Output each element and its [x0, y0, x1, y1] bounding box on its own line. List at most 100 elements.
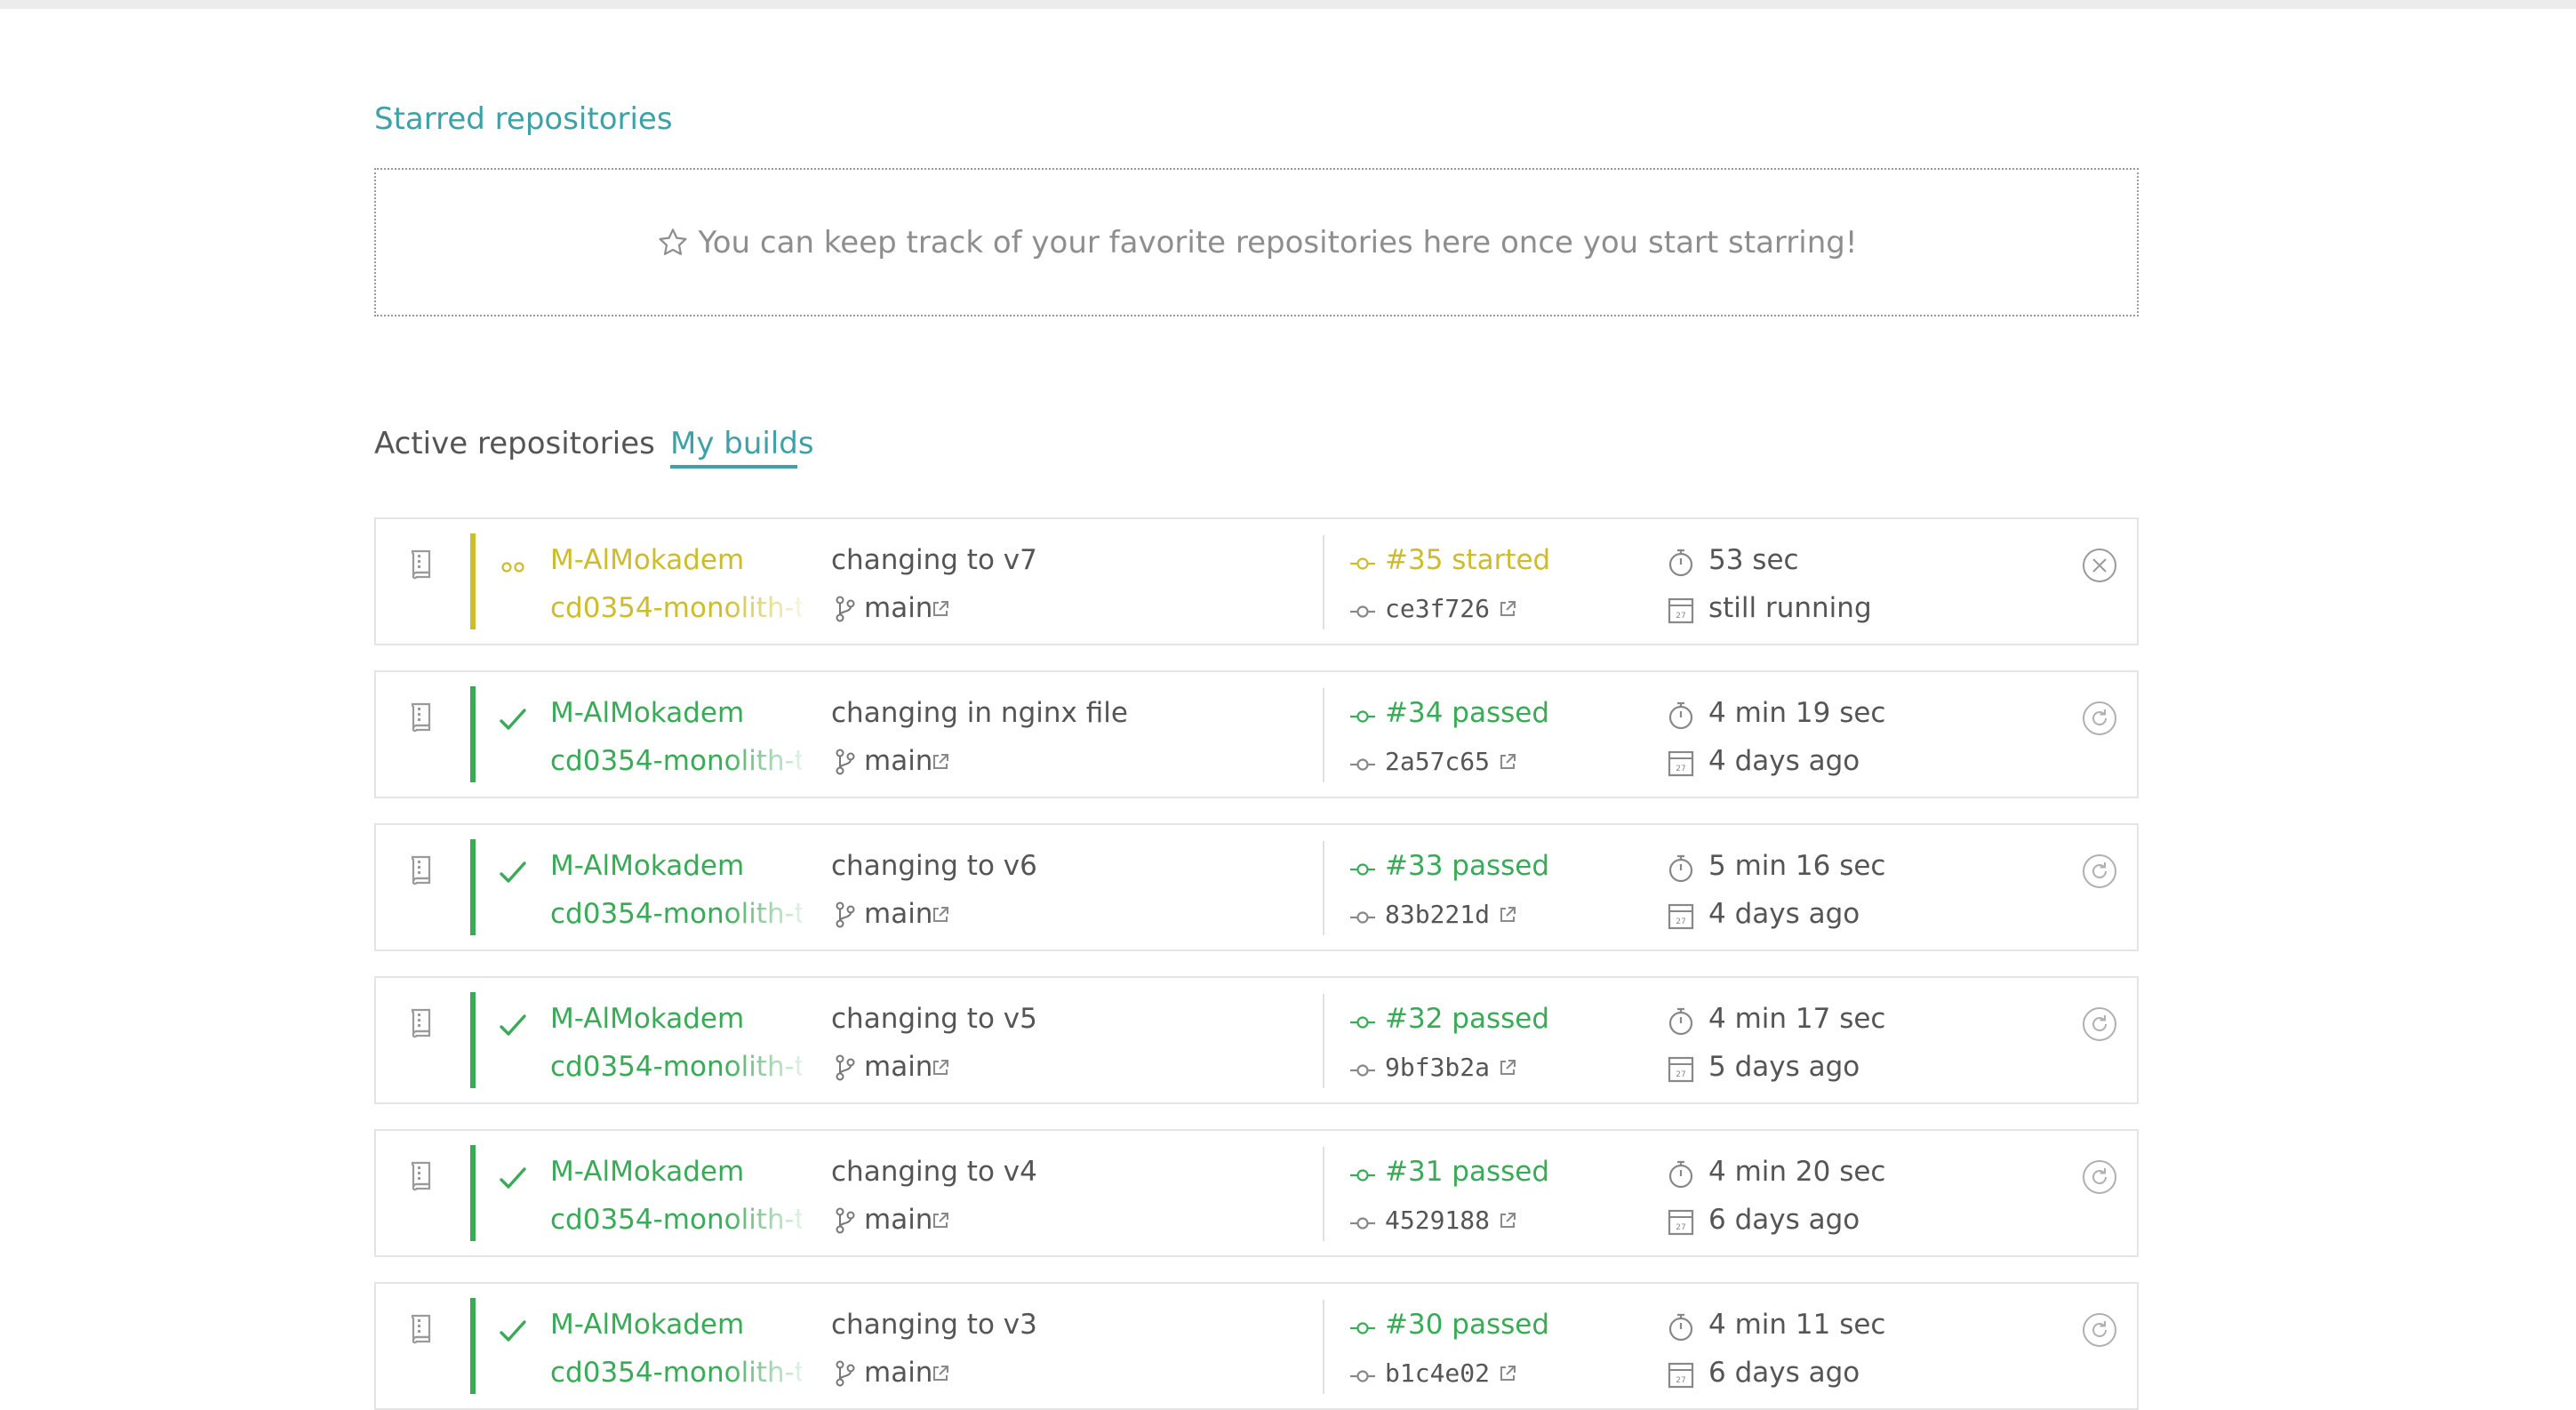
commit-sha-link[interactable]: 9bf3b2a — [1385, 1050, 1490, 1086]
external-link-icon[interactable] — [931, 1364, 950, 1383]
build-number-link[interactable]: #33 passed — [1385, 848, 1549, 884]
passed-check-icon — [499, 1013, 527, 1038]
column-divider — [1323, 535, 1324, 629]
branch-icon — [834, 749, 857, 775]
repo-name-link[interactable]: cd0354-monolith-to-microservices-project — [550, 1202, 802, 1238]
repo-name-link[interactable]: cd0354-monolith-to-microservices-project — [550, 896, 802, 932]
repo-icon — [410, 1161, 435, 1191]
repo-owner-link[interactable]: M-AlMokadem — [550, 1307, 744, 1342]
cancel-build-button[interactable] — [2081, 547, 2118, 584]
starred-empty-message: You can keep track of your favorite repo… — [698, 224, 1858, 260]
external-link-icon[interactable] — [931, 752, 950, 772]
status-bar — [470, 1298, 476, 1394]
starred-repositories-title: Starred repositories — [374, 101, 673, 137]
svg-text:27: 27 — [1676, 1070, 1685, 1079]
started-dots-icon — [499, 555, 527, 580]
commit-message: changing to v7 — [831, 544, 1037, 576]
build-row[interactable]: M-AlMokadem cd0354-monolith-to-microservi… — [374, 670, 2139, 798]
branch-icon — [834, 901, 857, 928]
build-commit-icon — [1349, 1014, 1376, 1030]
restart-build-button[interactable] — [2081, 853, 2118, 890]
external-link-icon[interactable] — [1498, 752, 1517, 772]
build-row[interactable]: M-AlMokadem cd0354-monolith-to-microservi… — [374, 1129, 2139, 1257]
build-row[interactable]: M-AlMokadem cd0354-monolith-to-microservi… — [374, 823, 2139, 951]
commit-message: changing in nginx file — [831, 697, 1128, 729]
build-number-link[interactable]: #35 started — [1385, 542, 1550, 578]
external-link-icon[interactable] — [1498, 1364, 1517, 1383]
external-link-icon[interactable] — [931, 1058, 950, 1078]
repo-owner-link[interactable]: M-AlMokadem — [550, 542, 744, 578]
branch-icon — [834, 596, 857, 622]
commit-message: changing to v6 — [831, 850, 1037, 882]
branch-name: main — [864, 1051, 933, 1083]
status-bar — [470, 533, 476, 629]
status-bar — [470, 992, 476, 1088]
restart-build-button[interactable] — [2081, 700, 2118, 737]
commit-icon — [1349, 1062, 1376, 1078]
build-finished-time: still running — [1708, 592, 1872, 624]
build-number-link[interactable]: #32 passed — [1385, 1001, 1549, 1037]
commit-sha-link[interactable]: b1c4e02 — [1385, 1356, 1490, 1391]
build-duration: 4 min 11 sec — [1708, 1309, 1886, 1341]
build-row[interactable]: M-AlMokadem cd0354-monolith-to-microservi… — [374, 1282, 2139, 1410]
repo-owner-link[interactable]: M-AlMokadem — [550, 1154, 744, 1190]
commit-sha-link[interactable]: 83b221d — [1385, 897, 1490, 933]
commit-sha-link[interactable]: ce3f726 — [1385, 591, 1490, 627]
external-link-icon[interactable] — [931, 599, 950, 619]
column-divider — [1323, 688, 1324, 782]
status-bar — [470, 686, 476, 782]
commit-icon — [1349, 1368, 1376, 1384]
branch-name: main — [864, 1357, 933, 1389]
external-link-icon[interactable] — [1498, 1211, 1517, 1230]
repo-owner-link[interactable]: M-AlMokadem — [550, 695, 744, 731]
external-link-icon[interactable] — [931, 1211, 950, 1230]
svg-text:27: 27 — [1676, 1376, 1685, 1385]
branch-name: main — [864, 1204, 933, 1236]
repo-name-link[interactable]: cd0354-monolith-to-microservices-project — [550, 1049, 802, 1085]
restart-build-button[interactable] — [2081, 1005, 2118, 1043]
external-link-icon[interactable] — [1498, 599, 1517, 619]
commit-message: changing to v5 — [831, 1003, 1037, 1035]
commit-icon — [1349, 1215, 1376, 1231]
top-bar — [0, 0, 2576, 9]
external-link-icon[interactable] — [1498, 1058, 1517, 1078]
star-icon — [658, 228, 687, 255]
build-number-link[interactable]: #30 passed — [1385, 1307, 1549, 1342]
repo-icon — [410, 1008, 435, 1038]
branch-icon — [834, 1360, 857, 1387]
commit-message: changing to v3 — [831, 1309, 1037, 1341]
external-link-icon[interactable] — [931, 905, 950, 925]
build-row[interactable]: M-AlMokadem cd0354-monolith-to-microservi… — [374, 976, 2139, 1104]
build-commit-icon — [1349, 861, 1376, 877]
tab-my-builds[interactable]: My builds — [670, 423, 814, 464]
calendar-icon: 27 — [1668, 1054, 1694, 1083]
passed-check-icon — [499, 708, 527, 733]
repo-name-link[interactable]: cd0354-monolith-to-microservices-project — [550, 1355, 802, 1390]
build-commit-icon — [1349, 556, 1376, 572]
repo-icon — [410, 1314, 435, 1344]
build-number-link[interactable]: #34 passed — [1385, 695, 1549, 731]
build-finished-time: 5 days ago — [1708, 1051, 1860, 1083]
build-duration: 5 min 16 sec — [1708, 850, 1886, 882]
repo-owner-link[interactable]: M-AlMokadem — [550, 1001, 744, 1037]
commit-sha-link[interactable]: 2a57c65 — [1385, 744, 1490, 780]
build-row[interactable]: M-AlMokadem cd0354-monolith-to-microservi… — [374, 517, 2139, 645]
calendar-icon: 27 — [1668, 1207, 1694, 1236]
build-number-link[interactable]: #31 passed — [1385, 1154, 1549, 1190]
tab-active-repositories[interactable]: Active repositories — [374, 423, 655, 464]
branch-icon — [834, 1054, 857, 1081]
commit-message: changing to v4 — [831, 1156, 1037, 1188]
repo-owner-link[interactable]: M-AlMokadem — [550, 848, 744, 884]
repo-icon — [410, 702, 435, 733]
repo-icon — [410, 855, 435, 885]
tab-active-indicator — [670, 465, 797, 469]
restart-build-button[interactable] — [2081, 1311, 2118, 1349]
repo-name-link[interactable]: cd0354-monolith-to-microservices-project — [550, 590, 802, 626]
restart-build-button[interactable] — [2081, 1158, 2118, 1196]
external-link-icon[interactable] — [1498, 905, 1517, 925]
repo-name-link[interactable]: cd0354-monolith-to-microservices-project — [550, 743, 802, 779]
build-commit-icon — [1349, 1320, 1376, 1336]
build-finished-time: 6 days ago — [1708, 1357, 1860, 1389]
branch-name: main — [864, 592, 933, 624]
commit-sha-link[interactable]: 4529188 — [1385, 1203, 1490, 1238]
